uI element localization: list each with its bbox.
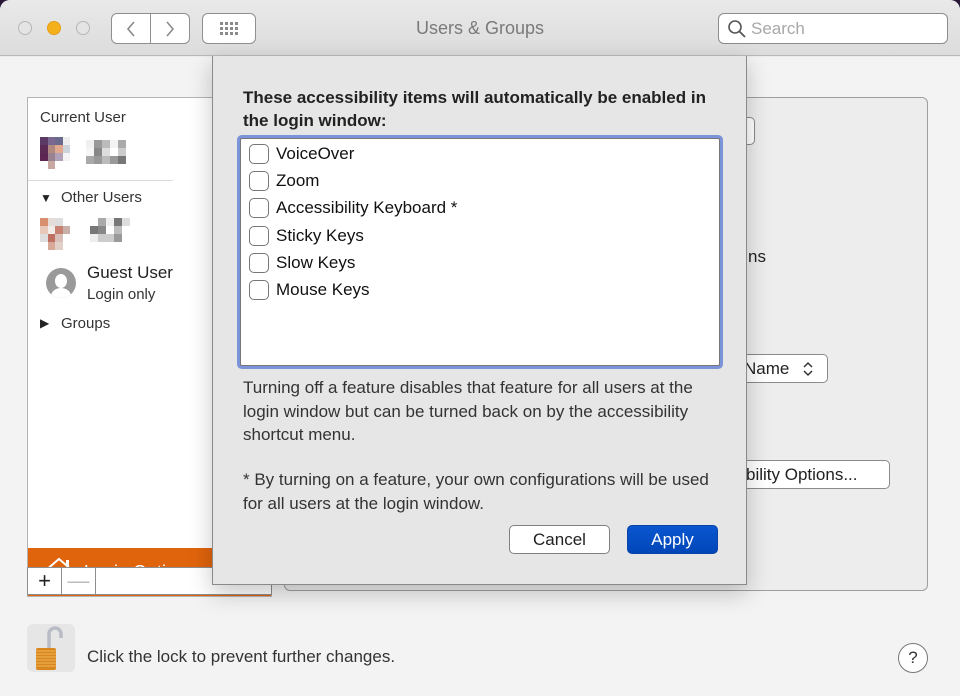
guest-user-avatar[interactable]	[46, 268, 76, 298]
item-label: Zoom	[276, 171, 320, 190]
sheet-note-turning-on: * By turning on a feature, your own conf…	[243, 470, 709, 513]
guest-user-name[interactable]: Guest User	[87, 263, 173, 283]
item-label: Sticky Keys	[276, 226, 364, 245]
checkbox[interactable]	[249, 171, 269, 191]
list-item-zoom[interactable]: Zoom	[249, 168, 319, 194]
help-button[interactable]: ?	[898, 643, 928, 673]
list-item-voiceover[interactable]: VoiceOver	[249, 141, 354, 167]
popup-value: Name	[744, 358, 790, 378]
current-user-name-redacted	[86, 140, 134, 164]
item-label: VoiceOver	[276, 144, 355, 163]
list-item-slow-keys[interactable]: Slow Keys	[249, 250, 355, 276]
sheet-note-turning-off: Turning off a feature disables that feat…	[243, 378, 693, 444]
groups-header[interactable]: Groups	[61, 315, 110, 332]
accessibility-options-label: bility Options...	[746, 464, 858, 484]
lock-button[interactable]	[27, 624, 75, 672]
search-field[interactable]	[718, 13, 948, 44]
list-item-sticky-keys[interactable]: Sticky Keys	[249, 223, 364, 249]
checkbox[interactable]	[249, 198, 269, 218]
checkbox[interactable]	[249, 253, 269, 273]
checkbox[interactable]	[249, 226, 269, 246]
accessibility-login-sheet: These accessibility items will automatic…	[212, 56, 747, 585]
list-item-accessibility-keyboard[interactable]: Accessibility Keyboard *	[249, 195, 457, 221]
sheet-heading: These accessibility items will automatic…	[243, 88, 706, 130]
item-label: Slow Keys	[276, 253, 356, 272]
disclosure-triangle-collapsed-icon[interactable]: ▶	[40, 316, 49, 330]
divider	[28, 180, 173, 181]
remove-user-button[interactable]: —	[62, 568, 96, 594]
users-groups-window: Users & Groups ns Name bility Options...…	[0, 0, 960, 696]
checkbox[interactable]	[249, 280, 269, 300]
disclosure-triangle-expanded-icon[interactable]: ▼	[40, 191, 52, 205]
item-label: Mouse Keys	[276, 280, 370, 299]
cancel-button[interactable]: Cancel	[509, 525, 610, 554]
guest-user-subtitle: Login only	[87, 286, 156, 303]
lock-status-text: Click the lock to prevent further change…	[87, 647, 396, 666]
chevron-updown-icon	[803, 361, 813, 376]
accessibility-options-button[interactable]: bility Options...	[730, 460, 890, 489]
other-user-avatar[interactable]	[40, 218, 70, 250]
current-user-avatar[interactable]	[40, 137, 70, 169]
apply-button[interactable]: Apply	[627, 525, 718, 554]
partial-label: ns	[748, 247, 766, 266]
unlocked-padlock-icon	[36, 626, 63, 670]
other-users-header: Other Users	[61, 189, 142, 206]
list-item-mouse-keys[interactable]: Mouse Keys	[249, 277, 370, 303]
search-input[interactable]	[751, 18, 941, 39]
search-icon	[728, 19, 746, 38]
other-user-name-redacted	[90, 218, 138, 242]
accessibility-items-list[interactable]: VoiceOver Zoom Accessibility Keyboard * …	[240, 138, 720, 366]
title-bar: Users & Groups	[0, 0, 960, 56]
item-label: Accessibility Keyboard *	[276, 198, 458, 217]
current-user-header: Current User	[40, 109, 126, 126]
add-user-button[interactable]: +	[28, 568, 62, 594]
checkbox[interactable]	[249, 144, 269, 164]
